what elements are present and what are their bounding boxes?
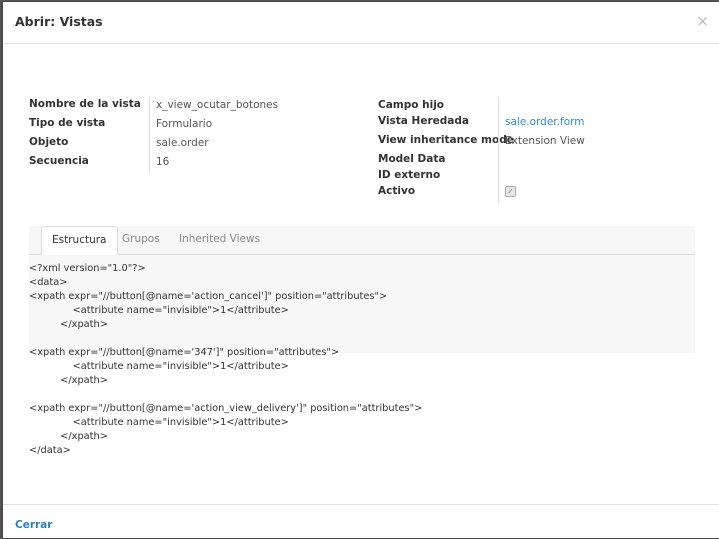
code-line: <attribute name="invisible">1</attribute… xyxy=(29,417,289,428)
close-icon[interactable]: × xyxy=(696,12,709,30)
code-line: </xpath> xyxy=(29,375,108,386)
close-button[interactable]: Cerrar xyxy=(15,519,52,531)
code-line: <data> xyxy=(29,277,68,288)
code-line: </data> xyxy=(29,445,71,456)
tab-estructura[interactable]: Estructura xyxy=(41,226,118,255)
field-value-sequence[interactable]: 16 xyxy=(156,156,169,168)
right-group-divider xyxy=(498,97,499,203)
field-label-external-id: ID externo xyxy=(378,169,441,181)
active-checkbox[interactable]: ✓ xyxy=(505,186,516,197)
arch-code-editor[interactable]: <?xml version="1.0"?> <data> <xpath expr… xyxy=(29,262,422,458)
tab-grupos[interactable]: Grupos xyxy=(112,226,170,253)
field-value-inherited-view-link[interactable]: sale.order.form xyxy=(505,116,584,128)
tab-inherited-views[interactable]: Inherited Views xyxy=(169,226,270,253)
dialog-title: Abrir: Vistas xyxy=(15,14,103,29)
code-line: </xpath> xyxy=(29,319,108,330)
left-group-divider xyxy=(149,97,150,173)
dialog-footer: Cerrar xyxy=(3,504,719,539)
field-label-child-field: Campo hijo xyxy=(378,99,445,111)
field-label-view-name: Nombre de la vista xyxy=(29,98,141,110)
field-label-view-type: Tipo de vista xyxy=(29,117,106,129)
field-value-object[interactable]: sale.order xyxy=(156,137,209,149)
code-line: <attribute name="invisible">1</attribute… xyxy=(29,361,289,372)
code-line: <attribute name="invisible">1</attribute… xyxy=(29,305,289,316)
field-value-view-type[interactable]: Formulario xyxy=(156,118,212,130)
code-line: <?xml version="1.0"?> xyxy=(29,263,146,274)
code-line: </xpath> xyxy=(29,431,108,442)
code-line: <xpath expr="//button[@name='action_canc… xyxy=(29,291,388,302)
field-label-sequence: Secuencia xyxy=(29,155,89,167)
open-record-dialog: Abrir: Vistas × Nombre de la vista x_vie… xyxy=(3,2,719,538)
field-label-model-data: Model Data xyxy=(378,153,446,165)
field-value-inheritance-mode[interactable]: Extension View xyxy=(505,135,585,147)
field-label-inheritance-mode: View inheritance mode xyxy=(378,134,514,146)
code-line: <xpath expr="//button[@name='action_view… xyxy=(29,403,423,414)
field-value-view-name[interactable]: x_view_ocutar_botones xyxy=(156,99,278,111)
dialog-header: Abrir: Vistas × xyxy=(3,2,719,44)
field-label-object: Objeto xyxy=(29,136,69,148)
code-line: <xpath expr="//button[@name='347']" posi… xyxy=(29,347,340,358)
notebook-tabs: Estructura Grupos Inherited Views xyxy=(29,226,695,255)
field-label-inherited-view: Vista Heredada xyxy=(378,115,469,127)
field-label-active: Activo xyxy=(378,185,416,197)
